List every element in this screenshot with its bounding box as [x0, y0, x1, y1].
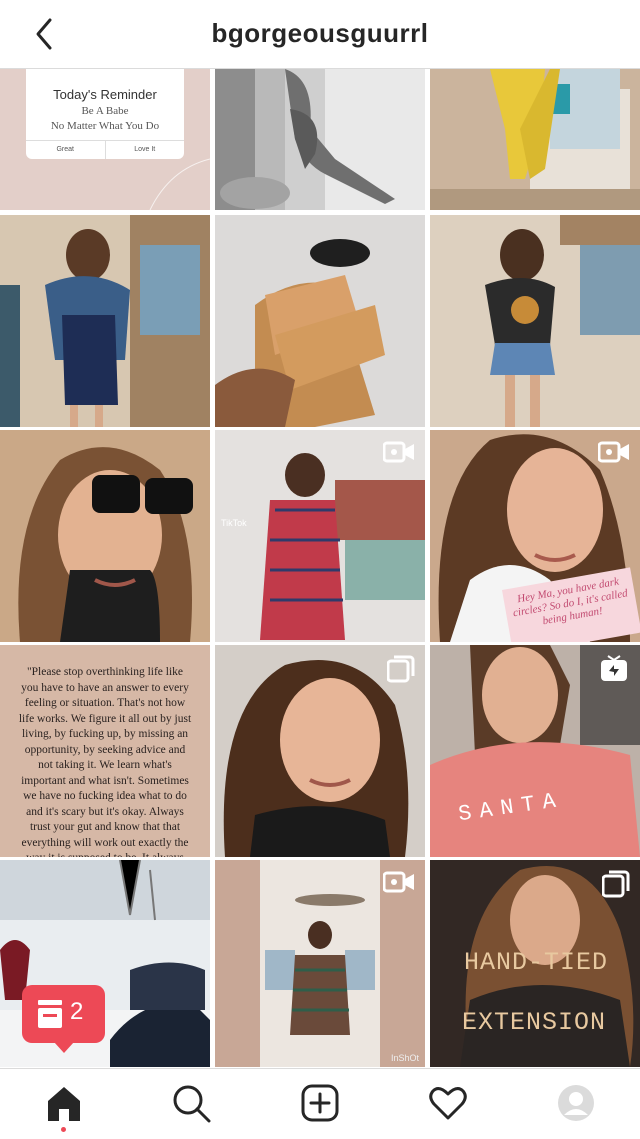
post-tile[interactable]	[430, 69, 640, 210]
tab-activity[interactable]	[428, 1083, 468, 1123]
top-bar: bgorgeousguurrl	[0, 0, 640, 69]
post-tile[interactable]	[215, 69, 425, 210]
overlay-text-line2: EXTENSION	[462, 1008, 607, 1037]
new-post-icon	[301, 1084, 339, 1122]
post-tile[interactable]: "Please stop overthinking life like you …	[0, 645, 210, 857]
post-tile[interactable]: InShOt	[215, 860, 425, 1067]
reminder-title: Today's Reminder	[53, 87, 157, 102]
post-tile[interactable]: SANTA	[430, 645, 640, 857]
post-tile[interactable]: TikTok	[215, 430, 425, 642]
carousel-icon	[387, 655, 415, 683]
video-camera-icon	[383, 871, 414, 893]
overlay-text-line1: HAND-TIED	[464, 948, 609, 977]
tiktok-watermark: TikTok	[221, 518, 247, 528]
reminder-line-1: Be A Babe	[81, 105, 129, 117]
home-icon	[48, 1087, 80, 1121]
profile-username-title: bgorgeousguurrl	[211, 18, 429, 48]
notification-count: 2	[70, 998, 84, 1025]
post-tile[interactable]: HAND-TIED EXTENSION	[430, 860, 640, 1067]
reminder-love-label: Love It	[134, 146, 156, 153]
comments-notification-badge[interactable]: 2	[22, 985, 105, 1053]
inshot-watermark: InShOt	[390, 1053, 419, 1063]
reminder-great-label: Great	[26, 141, 106, 159]
bottom-tab-bar	[0, 1068, 640, 1139]
post-tile[interactable]	[215, 215, 425, 427]
post-tile[interactable]	[215, 645, 425, 857]
reminder-line-2: No Matter What You Do	[50, 120, 160, 132]
comment-stack-icon	[38, 1000, 62, 1028]
post-tile[interactable]: Today's Reminder Be A Babe No Matter Wha…	[0, 69, 210, 210]
post-tile[interactable]: Hey Ma, you have dark circles? So do I, …	[430, 430, 640, 642]
tab-profile[interactable]	[556, 1083, 596, 1123]
carousel-icon	[602, 870, 630, 898]
activity-heart-icon	[429, 1087, 467, 1120]
tab-search[interactable]	[171, 1083, 211, 1123]
tab-home[interactable]	[44, 1083, 84, 1123]
active-tab-indicator	[61, 1127, 66, 1132]
tab-new-post[interactable]	[300, 1083, 340, 1123]
post-tile[interactable]	[0, 215, 210, 427]
igtv-icon	[601, 655, 627, 681]
posts-grid: Today's Reminder Be A Babe No Matter Wha…	[0, 69, 640, 1067]
reminder-card: Today's Reminder Be A Babe No Matter Wha…	[26, 69, 184, 159]
quote-text: "Please stop overthinking life like you …	[18, 666, 192, 857]
video-camera-icon	[383, 441, 414, 463]
search-icon	[173, 1085, 211, 1123]
badge-tail	[54, 1042, 74, 1053]
post-tile[interactable]	[430, 215, 640, 427]
post-tile[interactable]	[0, 430, 210, 642]
video-camera-icon	[598, 441, 629, 463]
profile-avatar-icon	[558, 1085, 594, 1121]
